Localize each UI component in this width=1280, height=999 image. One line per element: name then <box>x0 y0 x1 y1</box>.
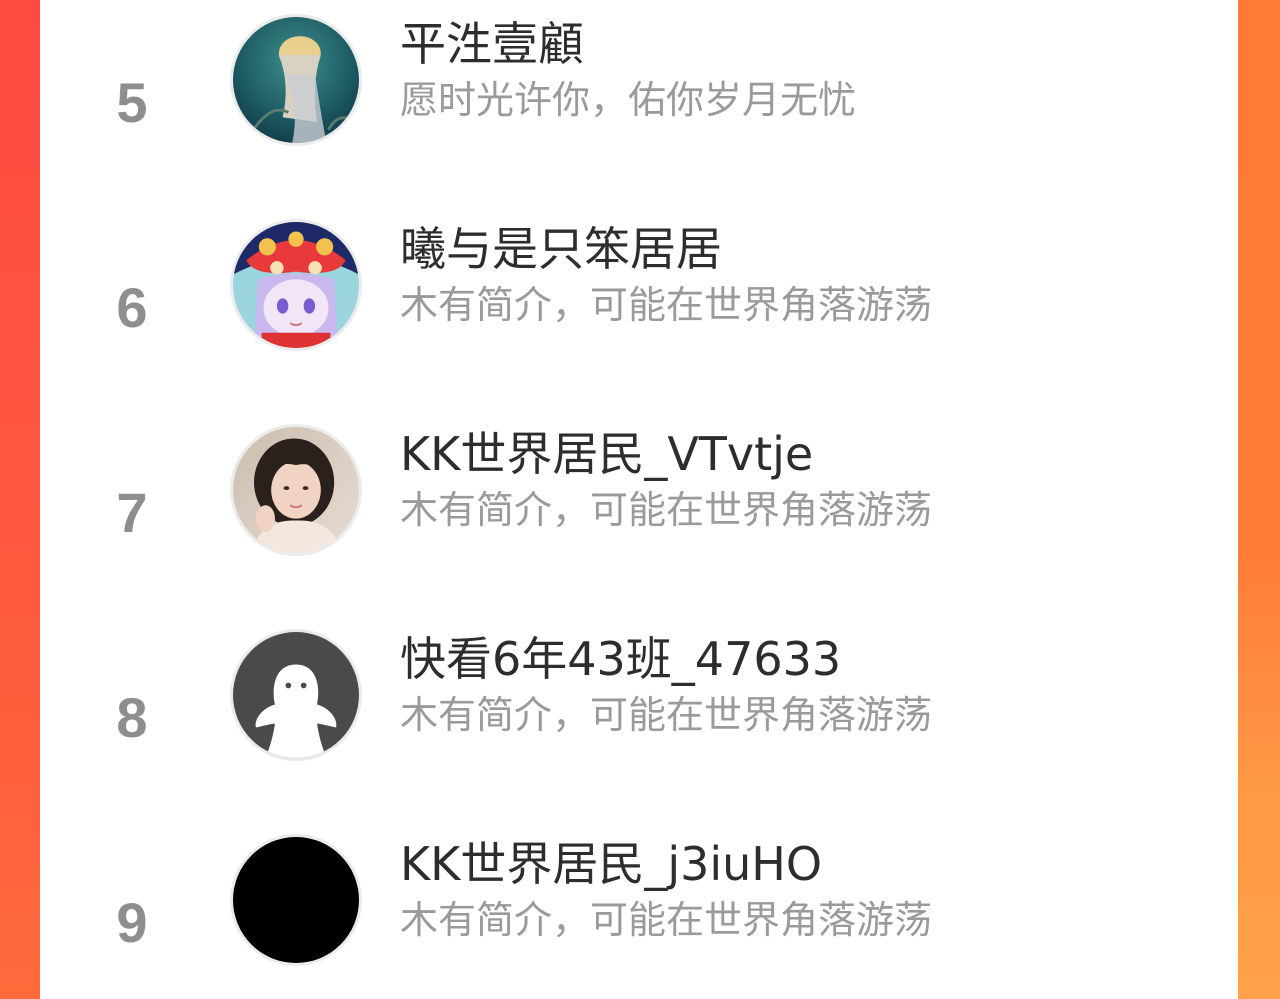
user-name[interactable]: 平泩壹顧 <box>400 14 584 74</box>
ranking-row[interactable]: 6 曦与是只笨居居 木有简介，可能在世界角落游荡 <box>40 205 1238 410</box>
user-bio: 木有简介，可能在世界角落游荡 <box>400 488 933 532</box>
avatar-default-ghost-icon[interactable] <box>230 629 362 761</box>
ranking-row[interactable]: 9 KK世界居民_j3iuHO 木有简介，可能在世界角落游荡 <box>40 820 1238 999</box>
background-right-edge <box>1238 0 1280 999</box>
avatar-anime-girl-teal-icon[interactable] <box>230 14 362 146</box>
user-bio: 木有简介，可能在世界角落游荡 <box>400 693 933 737</box>
user-bio: 木有简介，可能在世界角落游荡 <box>400 898 933 942</box>
rank-number: 5 <box>116 71 148 134</box>
user-bio: 愿时光许你，佑你岁月无忧 <box>400 78 857 122</box>
rank-number: 6 <box>116 276 148 339</box>
avatar-anime-lion-dance-icon[interactable] <box>230 219 362 351</box>
user-bio: 木有简介，可能在世界角落游荡 <box>400 283 933 327</box>
ranking-row[interactable]: 8 快看6年43班_47633 木有简介，可能在世界角落游荡 <box>40 615 1238 820</box>
rank-number: 9 <box>116 891 148 954</box>
background-left-edge <box>0 0 40 999</box>
avatar-black-icon[interactable] <box>230 834 362 966</box>
ranking-row[interactable]: 7 KK世界居民_VTvtje 木有简介，可能在世界角落游荡 <box>40 410 1238 615</box>
rank-number: 8 <box>116 686 148 749</box>
rank-number: 7 <box>116 481 148 544</box>
user-name[interactable]: 曦与是只笨居居 <box>400 219 722 279</box>
avatar-photo-girl-icon[interactable] <box>230 424 362 556</box>
ranking-row[interactable]: 5 平泩壹顧 愿时光许你，佑你岁月无忧 <box>40 0 1238 205</box>
user-name[interactable]: KK世界居民_j3iuHO <box>400 834 822 894</box>
user-name[interactable]: KK世界居民_VTvtje <box>400 424 813 484</box>
ranking-list-panel: 5 平泩壹顧 愿时光许你，佑你岁月无忧 6 曦与是只笨居居 木有简介，可能在世界… <box>40 0 1238 999</box>
user-name[interactable]: 快看6年43班_47633 <box>400 629 841 689</box>
